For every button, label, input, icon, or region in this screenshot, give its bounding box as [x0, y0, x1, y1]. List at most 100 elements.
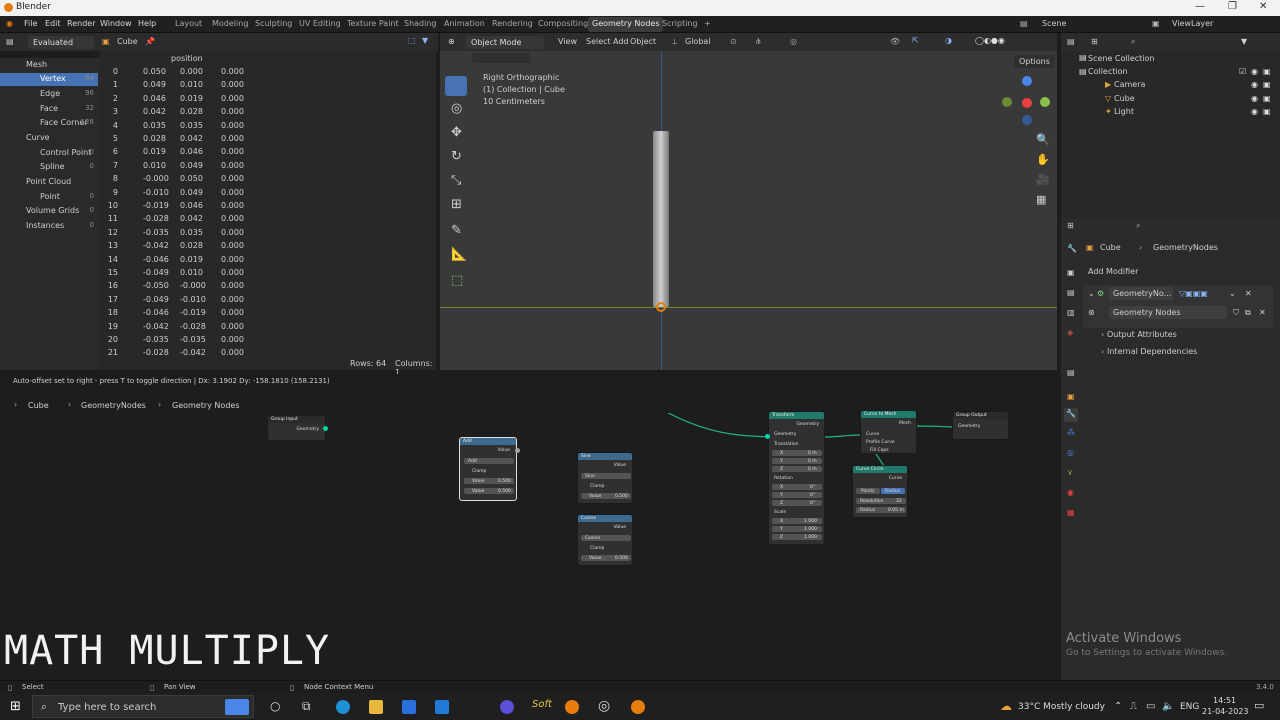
file-explorer-icon[interactable]	[369, 700, 383, 714]
snap-icon[interactable]: ⋔	[755, 37, 762, 46]
search-icon[interactable]: ⌕	[1131, 37, 1135, 47]
task-view-icon[interactable]: ⧉	[302, 699, 311, 714]
blender-active-app-icon[interactable]	[631, 700, 645, 714]
node-group-field[interactable]: Geometry Nodes	[1109, 306, 1227, 319]
eye-icon[interactable]: ◉	[1251, 107, 1258, 116]
translation-z-field[interactable]: Z 0 m	[772, 466, 822, 472]
resolution-field[interactable]: Resolution 32	[856, 498, 906, 504]
value-1-field[interactable]: Value 0.500	[464, 478, 514, 484]
menu-object[interactable]: Object	[630, 37, 656, 46]
breadcrumb-node-group[interactable]: Geometry Nodes	[172, 401, 239, 410]
transform-node[interactable]: Transform Geometry Geometry Translation …	[768, 411, 825, 545]
cylinder-object[interactable]	[653, 131, 669, 307]
pin-icon[interactable]: 📌	[145, 37, 155, 46]
clock-time[interactable]: 14:51	[1213, 696, 1236, 705]
rotation-z-field[interactable]: Z 0°	[772, 500, 822, 506]
tab-geometry-nodes[interactable]: Geometry Nodes	[588, 17, 664, 32]
scene-tab-icon[interactable]: ◈	[1067, 328, 1073, 337]
rotation-y-field[interactable]: Y 0°	[772, 492, 822, 498]
object-tab-icon[interactable]: ▣	[1067, 392, 1075, 401]
mail-icon[interactable]	[435, 700, 449, 714]
select-tool-icon[interactable]	[445, 76, 467, 96]
app-soft-icon[interactable]: Soft	[532, 699, 552, 710]
close-button[interactable]: ✕	[1259, 1, 1267, 12]
tree-item-mesh[interactable]: Mesh	[0, 59, 98, 72]
math-add-node[interactable]: Add Value Add Clamp Value 0.500 Value 0.50…	[459, 437, 517, 501]
column-header-position[interactable]: position	[171, 54, 203, 63]
edit-mode-toggle-icon[interactable]: ▽▣▣▣	[1179, 289, 1208, 298]
filter-icon[interactable]: ▼	[1241, 37, 1247, 46]
clamp-checkbox[interactable]: Clamp	[590, 546, 604, 551]
menu-file[interactable]: File	[24, 19, 37, 28]
output-attributes-section[interactable]: Output Attributes	[1107, 330, 1177, 339]
translation-x-field[interactable]: X 0 m	[772, 450, 822, 456]
blender-app-icon[interactable]	[565, 700, 579, 714]
chrome-app-icon[interactable]: ◎	[598, 698, 610, 714]
menu-select[interactable]: Select	[586, 37, 611, 46]
outliner-light[interactable]: Light	[1114, 107, 1134, 116]
math-sine-node[interactable]: Sine Value Sine Clamp Value 0.500	[577, 452, 633, 504]
editor-type-icon[interactable]: ▤	[1067, 37, 1075, 46]
mode-points-button[interactable]: Points	[856, 488, 880, 494]
overlay-toggle-icon[interactable]: ◑	[945, 36, 952, 45]
store-icon[interactable]	[402, 700, 416, 714]
outliner-collection[interactable]: Collection	[1088, 67, 1128, 76]
display-mode-icon[interactable]: ⊞	[1091, 37, 1098, 46]
scale-y-field[interactable]: Y 1.000	[772, 526, 822, 532]
filter-icon[interactable]: ▼	[422, 36, 428, 45]
render-tab-icon[interactable]: ▣	[1067, 268, 1075, 277]
tool-tab-icon[interactable]: 🔧	[1067, 244, 1077, 253]
3d-viewport[interactable]: Right Orthographic (1) Collection | Cube…	[440, 51, 1057, 370]
editor-type-icon[interactable]: ⊕	[448, 37, 455, 46]
maximize-button[interactable]: ❐	[1228, 1, 1237, 12]
tree-item-face-corner[interactable]: Face Corner 128	[0, 117, 98, 130]
weather-text[interactable]: 33°C Mostly cloudy	[1018, 702, 1105, 712]
math-cosine-node[interactable]: Cosine Value Cosine Clamp Value 0.500	[577, 514, 633, 566]
transform-tool-icon[interactable]: ⊞	[451, 197, 462, 212]
scale-tool-icon[interactable]: ⤡	[451, 173, 461, 188]
operation-dropdown[interactable]: Add	[464, 458, 514, 464]
add-cube-tool-icon[interactable]: ⬚	[451, 273, 463, 288]
modifier-tab-icon[interactable]: 🔧	[1064, 408, 1078, 422]
menu-window[interactable]: Window	[100, 19, 132, 28]
radius-field[interactable]: Radius 0.05 m	[856, 507, 906, 513]
ortho-grid-icon[interactable]: ▦	[1036, 193, 1046, 206]
edge-browser-icon[interactable]	[336, 700, 350, 714]
menu-view[interactable]: View	[558, 37, 577, 46]
tab-layout[interactable]: Layout	[171, 17, 206, 32]
menu-help[interactable]: Help	[138, 19, 156, 28]
transform-orientation-dropdown[interactable]: Global	[685, 37, 711, 46]
eye-icon[interactable]: ◉	[1251, 80, 1258, 89]
material-tab-icon[interactable]: ◉	[1067, 488, 1074, 497]
tree-item-volume-grids[interactable]: Volume Grids 0	[0, 205, 98, 218]
tree-item-point[interactable]: Point 0	[0, 191, 98, 204]
tab-modeling[interactable]: Modeling	[208, 17, 252, 32]
geometry-input-socket[interactable]	[765, 434, 770, 439]
tab-animation[interactable]: Animation	[440, 17, 489, 32]
unlink-icon[interactable]: ✕	[1259, 308, 1266, 317]
notifications-icon[interactable]: ▭	[1254, 699, 1264, 712]
rotate-tool-icon[interactable]: ↻	[451, 149, 462, 164]
view-layer-tab-icon[interactable]: ▥	[1067, 308, 1075, 317]
eye-icon[interactable]: ◉	[1251, 67, 1258, 76]
move-tool-icon[interactable]: ✥	[451, 125, 462, 140]
physics-tab-icon[interactable]: ◎	[1067, 448, 1074, 457]
breadcrumb-cube[interactable]: Cube	[28, 401, 49, 410]
camera-render-icon[interactable]: ▣	[1263, 94, 1271, 103]
outliner-camera[interactable]: Camera	[1114, 80, 1145, 89]
add-workspace-button[interactable]: +	[700, 17, 715, 32]
clamp-checkbox[interactable]: Clamp	[590, 484, 604, 489]
language-indicator[interactable]: ENG	[1180, 702, 1199, 712]
camera-render-icon[interactable]: ▣	[1263, 67, 1271, 76]
network-icon[interactable]: ⎍	[1130, 701, 1137, 712]
eye-icon[interactable]: ◉	[1251, 94, 1258, 103]
fake-user-icon[interactable]: ⛉	[1233, 308, 1239, 318]
chevron-down-icon[interactable]: ⌄	[1229, 289, 1236, 298]
operation-dropdown[interactable]: Sine	[581, 473, 631, 479]
chevron-down-icon[interactable]: ⌄	[1088, 289, 1095, 298]
tab-uv-editing[interactable]: UV Editing	[295, 17, 345, 32]
tab-sculpting[interactable]: Sculpting	[251, 17, 296, 32]
tab-rendering[interactable]: Rendering	[488, 17, 537, 32]
media-app-icon[interactable]	[500, 700, 514, 714]
collection-tab-icon[interactable]: ▤	[1067, 368, 1075, 377]
